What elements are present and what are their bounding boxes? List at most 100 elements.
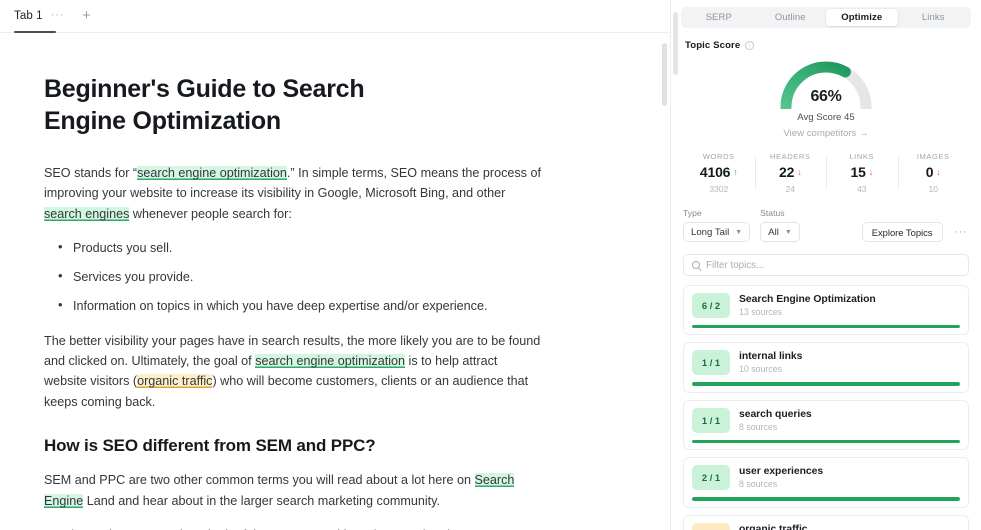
ellipsis-icon[interactable]: ···	[51, 8, 65, 20]
stat-value: 0	[925, 164, 934, 180]
tab-optimize[interactable]: Optimize	[826, 9, 898, 26]
topic-score-header: Topic Score i	[671, 28, 981, 51]
stat-links: LINKS 15 ↓ 43	[826, 152, 898, 194]
arrow-down-icon: ↓	[936, 166, 941, 177]
topic-badge: 0 / 2	[692, 522, 730, 530]
editor-tabbar: Tab 1 ··· +	[0, 0, 670, 33]
topic-meta: user experiences 8 sources	[739, 465, 960, 489]
stat-label: HEADERS	[769, 152, 811, 161]
explore-topics-button[interactable]: Explore Topics	[861, 222, 943, 242]
topic-badge: 6 / 2	[692, 293, 730, 318]
editor-pane: Tab 1 ··· + Beginner's Guide to Search E…	[0, 0, 670, 530]
list-item: Information on topics in which you have …	[44, 295, 600, 316]
stat-images: IMAGES 0 ↓ 10	[897, 152, 970, 194]
info-icon[interactable]: i	[745, 41, 755, 50]
arrow-up-icon: ↑	[733, 166, 738, 177]
topic-card-organic-traffic[interactable]: 0 / 2 organic traffic	[683, 514, 969, 530]
status-filter-group: Status All ▼	[760, 208, 800, 242]
tab-serp[interactable]: SERP	[683, 9, 755, 26]
topic-card-search-engine-optimization[interactable]: 6 / 2 Search Engine Optimization 13 sour…	[683, 285, 969, 336]
topic-card-user-experiences[interactable]: 2 / 1 user experiences 8 sources	[683, 457, 969, 508]
topic-badge: 1 / 1	[692, 350, 730, 376]
status-filter-select[interactable]: All ▼	[760, 222, 800, 242]
type-filter-select[interactable]: Long Tail ▼	[683, 222, 751, 242]
stat-value: 22	[779, 164, 795, 180]
filters-row: Type Long Tail ▼ Status All ▼ Explore To…	[683, 208, 969, 242]
filter-topics-input[interactable]	[706, 259, 960, 271]
topic-card-internal-links[interactable]: 1 / 1 internal links 10 sources	[683, 342, 969, 393]
topic-meta: organic traffic	[739, 523, 960, 530]
stat-main: 0 ↓	[898, 164, 970, 180]
tab-outline[interactable]: Outline	[755, 9, 827, 26]
document-scroll-area[interactable]: Beginner's Guide to Search Engine Optimi…	[0, 33, 670, 530]
topic-score-value: 66%	[810, 88, 842, 105]
status-filter-value: All	[768, 226, 779, 238]
topic-card-top: 1 / 1 internal links 10 sources	[692, 350, 960, 376]
editor-tab-label: Tab 1	[14, 10, 43, 22]
topic-card-search-queries[interactable]: 1 / 1 search queries 8 sources	[683, 399, 969, 451]
type-filter-label: Type	[683, 208, 702, 218]
document-paragraph-1: SEO stands for “search engine optimizati…	[44, 163, 541, 224]
paragraph-3-text-a: SEM and PPC are two other common terms y…	[44, 473, 475, 488]
type-filter-group: Type Long Tail ▼	[683, 208, 751, 242]
status-filter-label: Status	[760, 208, 785, 218]
stat-value: 4106	[699, 164, 731, 180]
panel-body: Topic Score i 66% Avg Score 45 View comp…	[671, 28, 981, 530]
document-scrollbar[interactable]	[662, 43, 667, 106]
topic-score-gauge-wrap: 66% Avg Score 45 View competitors →	[671, 53, 981, 139]
more-options-icon[interactable]: ···	[953, 226, 970, 242]
filter-topics-box[interactable]	[683, 254, 969, 276]
highlight-search-engines[interactable]: search engines	[44, 206, 130, 221]
topic-sources: 13 sources	[739, 307, 783, 317]
chevron-down-icon: ▼	[735, 228, 743, 236]
topic-list: 6 / 2 Search Engine Optimization 13 sour…	[683, 285, 969, 530]
document-paragraph-2: The better visibility your pages have in…	[44, 331, 541, 413]
type-filter-value: Long Tail	[691, 226, 730, 238]
stat-value: 15	[850, 164, 866, 180]
topic-meta: Search Engine Optimization 13 sources	[739, 293, 960, 317]
paragraph-3-text-b: Land and hear about in the larger search…	[83, 493, 441, 508]
document-paragraph-3: SEM and PPC are two other common terms y…	[44, 470, 541, 511]
highlight-search-engine-optimization-2[interactable]: search engine optimization	[255, 353, 406, 368]
stat-main: 4106 ↑	[683, 164, 755, 180]
document-bullet-list: Products you sell. Services you provide.…	[44, 237, 600, 316]
topic-name: search queries	[739, 408, 812, 420]
topic-name: internal links	[739, 351, 803, 363]
paragraph-1-text-a: SEO stands for “	[44, 166, 138, 180]
editor-tab-1[interactable]: Tab 1 ···	[14, 0, 66, 33]
topic-progress-track	[692, 497, 960, 501]
arrow-down-icon: ↓	[797, 166, 802, 177]
topic-progress-track	[692, 382, 960, 386]
stat-sub: 3302	[709, 184, 729, 194]
tab-links[interactable]: Links	[898, 9, 970, 26]
topic-score-label: Topic Score	[685, 40, 741, 51]
topic-name: Search Engine Optimization	[739, 294, 876, 305]
app-root: Tab 1 ··· + Beginner's Guide to Search E…	[0, 0, 981, 530]
highlight-organic-traffic[interactable]: organic traffic	[137, 374, 213, 389]
document-paragraph-4: Read on to learn more about both of thes…	[44, 525, 541, 530]
topic-score-gauge: 66%	[774, 53, 878, 109]
topic-progress-track	[692, 439, 960, 444]
topic-sources: 8 sources	[739, 479, 778, 490]
topic-card-top: 0 / 2 organic traffic	[692, 522, 960, 530]
topic-progress-fill	[692, 439, 960, 444]
optimize-panel: SERP Outline Optimize Links Topic Score …	[670, 0, 981, 530]
view-competitors-link[interactable]: View competitors →	[783, 128, 868, 139]
topic-name: organic traffic	[739, 523, 808, 530]
panel-tab-bar: SERP Outline Optimize Links	[681, 7, 971, 28]
topic-card-top: 6 / 2 Search Engine Optimization 13 sour…	[692, 293, 960, 318]
topic-badge: 2 / 1	[692, 465, 730, 491]
topic-progress-fill	[692, 382, 960, 386]
document-body[interactable]: Beginner's Guide to Search Engine Optimi…	[0, 33, 600, 530]
topic-progress-fill	[692, 325, 960, 329]
stat-label: WORDS	[702, 152, 735, 161]
topic-card-top: 2 / 1 user experiences 8 sources	[692, 465, 960, 491]
highlight-search-engine-optimization[interactable]: search engine optimization	[137, 166, 287, 180]
document-heading-sem-ppc: How is SEO different from SEM and PPC?	[44, 436, 376, 456]
topic-progress-track	[692, 325, 960, 329]
arrow-down-icon: ↓	[868, 166, 874, 177]
stat-sub: 43	[856, 184, 867, 194]
plus-icon[interactable]: +	[82, 8, 91, 23]
avg-score-label: Avg Score 45	[797, 112, 855, 123]
document-title: Beginner's Guide to Search Engine Optimi…	[44, 75, 365, 135]
